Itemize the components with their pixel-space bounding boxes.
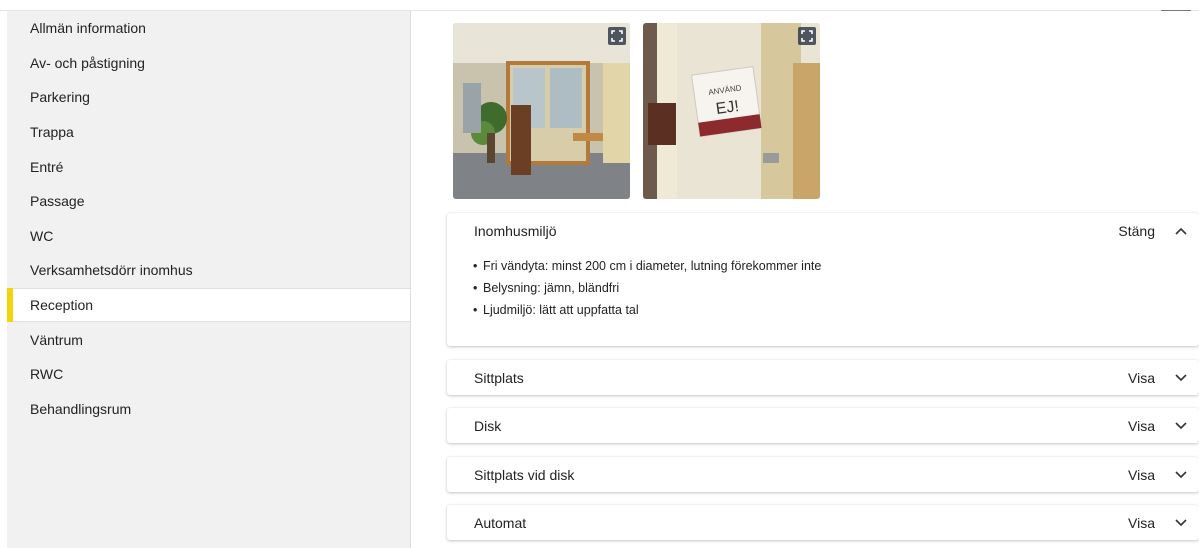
accordion-header[interactable]: Automat Visa	[447, 505, 1199, 540]
accordion-header[interactable]: Disk Visa	[447, 408, 1199, 443]
accordion-header[interactable]: Inomhusmiljö Stäng	[447, 213, 1199, 248]
sidebar-item-label: Entré	[30, 158, 64, 175]
accordion-title: Sittplats	[474, 369, 524, 386]
list-item: Ljudmiljö: lätt att uppfatta tal	[473, 299, 1199, 321]
sidebar-item-label: Parkering	[30, 89, 90, 106]
sidebar-item-label: WC	[30, 227, 54, 244]
sidebar-item-vantrum[interactable]: Väntrum	[7, 322, 410, 357]
sidebar-item-verksamhetsdorr-inomhus[interactable]: Verksamhetsdörr inomhus	[7, 253, 410, 288]
sidebar-item-label: Trappa	[30, 124, 74, 141]
accordion-toggle-label[interactable]: Visa	[1128, 515, 1155, 531]
sidebar-item-label: Behandlingsrum	[30, 400, 132, 417]
accordion-automat: Automat Visa	[447, 505, 1199, 540]
sidebar-item-passage[interactable]: Passage	[7, 184, 410, 219]
main-content: ANVÄND EJ! Inomhusmiljö Stäng Fri vändyt…	[447, 11, 1199, 548]
chevron-down-icon[interactable]	[1169, 414, 1193, 438]
accordion-disk: Disk Visa	[447, 408, 1199, 443]
sign-text-line-2: EJ!	[715, 98, 740, 118]
sidebar-item-av-och-pastigning[interactable]: Av- och påstigning	[7, 46, 410, 81]
chevron-down-icon[interactable]	[1169, 511, 1193, 535]
expand-icon[interactable]	[608, 27, 626, 45]
accordion-toggle-label[interactable]: Stäng	[1118, 223, 1155, 239]
sidebar: Allmän information Av- och påstigning Pa…	[7, 11, 411, 548]
sidebar-item-entre[interactable]: Entré	[7, 149, 410, 184]
sidebar-item-rwc[interactable]: RWC	[7, 357, 410, 392]
accordion-toggle-label[interactable]: Visa	[1128, 418, 1155, 434]
sidebar-item-label: Väntrum	[30, 331, 83, 348]
sidebar-item-label: Verksamhetsdörr inomhus	[30, 262, 193, 279]
top-bar	[0, 0, 1199, 11]
sidebar-item-wc[interactable]: WC	[7, 219, 410, 254]
accordion-title: Automat	[474, 514, 527, 531]
accordion-title: Disk	[474, 417, 502, 434]
accordion-inomhusmiljo: Inomhusmiljö Stäng Fri vändyta: minst 20…	[447, 213, 1199, 346]
expand-icon[interactable]	[798, 27, 816, 45]
chevron-down-icon[interactable]	[1169, 366, 1193, 390]
sidebar-item-label: RWC	[30, 366, 64, 383]
list-item: Belysning: jämn, bländfri	[473, 277, 1199, 299]
accordion-title: Sittplats vid disk	[474, 466, 575, 483]
accordion-title: Inomhusmiljö	[474, 222, 557, 239]
chevron-up-icon[interactable]	[1169, 219, 1193, 243]
sidebar-item-allman-information[interactable]: Allmän information	[7, 11, 410, 46]
sidebar-item-reception[interactable]: Reception	[7, 287, 410, 323]
out-of-order-sign-image: ANVÄND EJ!	[643, 23, 820, 199]
photo-gallery: ANVÄND EJ!	[453, 23, 820, 199]
accordion-toggle-label[interactable]: Visa	[1128, 467, 1155, 483]
accordion-sittplats: Sittplats Visa	[447, 360, 1199, 395]
sidebar-item-behandlingsrum[interactable]: Behandlingsrum	[7, 392, 410, 427]
sidebar-item-label: Av- och påstigning	[30, 54, 145, 71]
reception-desk-image	[453, 23, 630, 199]
accordion-content: Fri vändyta: minst 200 cm i diameter, lu…	[447, 248, 1199, 346]
sidebar-item-trappa[interactable]: Trappa	[7, 115, 410, 150]
accordion-header[interactable]: Sittplats vid disk Visa	[447, 457, 1199, 492]
reception-photo[interactable]	[453, 23, 630, 199]
sidebar-item-label: Allmän information	[30, 20, 146, 37]
accordion-toggle-label[interactable]: Visa	[1128, 370, 1155, 386]
chevron-down-icon[interactable]	[1169, 463, 1193, 487]
sidebar-item-label: Passage	[30, 193, 85, 210]
sidebar-item-parkering[interactable]: Parkering	[7, 80, 410, 115]
list-item: Fri vändyta: minst 200 cm i diameter, lu…	[473, 255, 1199, 277]
sidebar-item-label: Reception	[30, 297, 94, 314]
sign-photo[interactable]: ANVÄND EJ!	[643, 23, 820, 199]
accordion-sittplats-vid-disk: Sittplats vid disk Visa	[447, 457, 1199, 492]
accordion-header[interactable]: Sittplats Visa	[447, 360, 1199, 395]
